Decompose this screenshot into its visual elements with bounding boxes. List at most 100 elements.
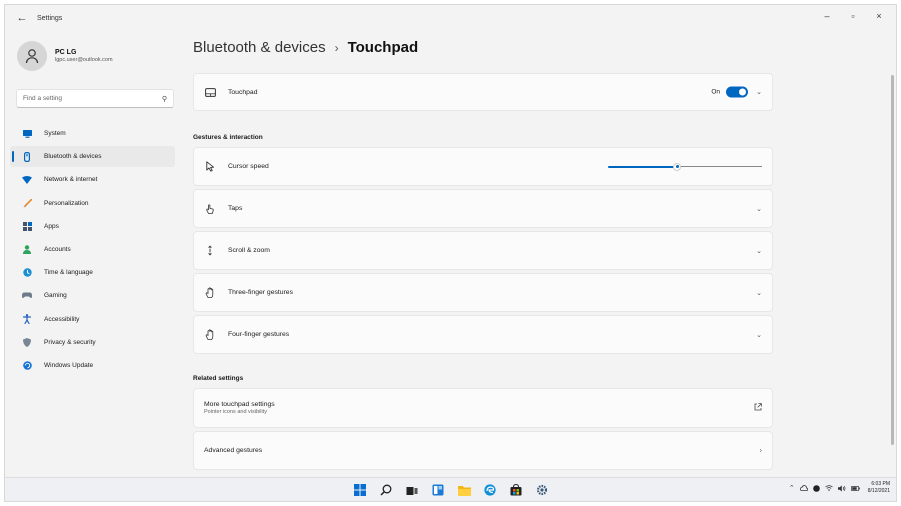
edge-icon[interactable] (482, 482, 498, 498)
advanced-gestures-card[interactable]: Advanced gestures › (193, 431, 773, 470)
speaker-icon[interactable] (837, 484, 846, 492)
bluetooth-icon (22, 151, 32, 162)
windows-update-icon (22, 360, 32, 370)
sidebar-item-label: Windows Update (44, 361, 94, 369)
four-finger-label: Four-finger gestures (228, 331, 290, 338)
avatar (17, 41, 47, 71)
scroll-zoom-label: Scroll & zoom (228, 247, 270, 254)
sidebar: PC LG lgpc.user@outlook.com ⚲ System Blu… (5, 31, 175, 479)
close-button[interactable]: × (866, 7, 892, 25)
sidebar-item-label: Privacy & security (44, 338, 96, 346)
settings-window: ← Settings – ▫ × PC LG lgpc.user@outlook… (4, 4, 897, 502)
touchpad-icon (204, 86, 216, 98)
toggle-state-text: On (711, 88, 720, 96)
profile-email: lgpc.user@outlook.com (55, 57, 113, 63)
scroll-zoom-card[interactable]: Scroll & zoom ⌄ (193, 231, 773, 270)
search-icon[interactable]: ⚲ (162, 95, 167, 103)
circle-icon[interactable] (812, 484, 820, 492)
network-icon (22, 175, 32, 185)
shield-icon (22, 337, 32, 347)
page-title: Touchpad (347, 39, 419, 56)
sidebar-item-personalization[interactable]: Personalization (10, 193, 175, 214)
sidebar-item-label: Network & internet (44, 176, 98, 184)
tap-icon (204, 203, 216, 215)
window-controls: – ▫ × (814, 7, 892, 25)
sidebar-item-label: Accessibility (44, 315, 80, 323)
touchpad-card[interactable]: Touchpad On ⌄ (193, 73, 773, 111)
sidebar-nav: System Bluetooth & devices Network & int… (10, 123, 175, 378)
sidebar-item-label: Time & language (44, 269, 93, 277)
title-bar: ← Settings – ▫ × (5, 5, 896, 31)
cursor-icon (204, 161, 216, 173)
advanced-gestures-label: Advanced gestures (204, 447, 263, 454)
taps-label: Taps (228, 205, 243, 212)
cursor-speed-label: Cursor speed (228, 163, 269, 170)
sidebar-item-network[interactable]: Network & internet (10, 169, 175, 190)
clock[interactable]: 6:03 PM 8/12/2021 (868, 481, 890, 495)
chevron-down-icon[interactable]: ⌄ (756, 88, 762, 96)
gestures-section-title: Gestures & interaction (193, 134, 263, 141)
search-box[interactable]: ⚲ (16, 89, 174, 108)
wifi-icon[interactable] (825, 485, 833, 491)
back-button[interactable]: ← (11, 8, 33, 28)
maximize-button[interactable]: ▫ (840, 7, 866, 25)
touchpad-toggle[interactable] (726, 86, 748, 98)
chevron-down-icon[interactable]: ⌄ (756, 247, 762, 255)
sidebar-item-system[interactable]: System (10, 123, 175, 144)
chevron-down-icon[interactable]: ⌄ (756, 205, 762, 213)
task-view-icon[interactable] (404, 482, 420, 498)
file-explorer-icon[interactable] (456, 482, 472, 498)
taskbar-apps (352, 482, 560, 498)
hand-icon (204, 329, 216, 341)
cloud-icon[interactable] (799, 485, 808, 491)
sidebar-item-time-language[interactable]: Time & language (10, 262, 175, 283)
store-icon[interactable] (508, 482, 524, 498)
system-tray: ⌃ 6:03 PM 8/12/2021 (784, 481, 890, 495)
chevron-up-icon[interactable]: ⌃ (789, 484, 795, 492)
chevron-down-icon[interactable]: ⌄ (756, 289, 762, 297)
personalization-icon (22, 198, 32, 208)
sidebar-item-label: Bluetooth & devices (44, 153, 102, 161)
breadcrumb-parent[interactable]: Bluetooth & devices (193, 39, 326, 56)
person-icon (25, 49, 39, 64)
touchpad-toggle-group: On (711, 86, 748, 98)
breadcrumb: Bluetooth & devices › Touchpad (193, 39, 418, 56)
slider-thumb[interactable] (673, 162, 682, 171)
four-finger-card[interactable]: Four-finger gestures ⌄ (193, 315, 773, 354)
taps-card[interactable]: Taps ⌄ (193, 189, 773, 228)
three-finger-label: Three-finger gestures (228, 289, 293, 296)
time-language-icon (22, 268, 32, 278)
widgets-icon[interactable] (430, 482, 446, 498)
search-input[interactable] (23, 95, 162, 102)
sidebar-item-apps[interactable]: Apps (10, 216, 175, 237)
chevron-down-icon[interactable]: ⌄ (756, 331, 762, 339)
start-icon[interactable] (352, 482, 368, 498)
sidebar-item-gaming[interactable]: Gaming (10, 285, 175, 306)
sidebar-item-privacy[interactable]: Privacy & security (10, 332, 175, 353)
cursor-speed-slider[interactable] (608, 162, 762, 171)
clock-time: 6:03 PM (871, 481, 890, 487)
profile-name: PC LG (55, 49, 77, 56)
sidebar-item-label: Apps (44, 222, 59, 230)
sidebar-item-label: Accounts (44, 245, 71, 253)
more-touchpad-label: More touchpad settings (204, 401, 275, 408)
sidebar-item-bluetooth[interactable]: Bluetooth & devices (10, 146, 175, 168)
minimize-button[interactable]: – (814, 7, 840, 25)
settings-gear-icon[interactable] (534, 482, 550, 498)
sidebar-item-accessibility[interactable]: Accessibility (10, 309, 175, 330)
breadcrumb-separator: › (334, 40, 339, 55)
scrollbar[interactable] (891, 75, 894, 445)
sidebar-item-windows-update[interactable]: Windows Update (10, 355, 175, 376)
toggle-knob (739, 88, 746, 96)
cursor-speed-card: Cursor speed (193, 147, 773, 186)
user-profile[interactable]: PC LG lgpc.user@outlook.com (17, 41, 113, 71)
scroll-icon (204, 245, 216, 257)
related-section-title: Related settings (193, 375, 244, 382)
battery-icon[interactable] (850, 485, 860, 491)
search-icon[interactable] (378, 482, 394, 498)
sidebar-item-accounts[interactable]: Accounts (10, 239, 175, 260)
more-touchpad-settings-card[interactable]: More touchpad settings Pointer icons and… (193, 388, 773, 428)
open-external-icon[interactable] (754, 403, 762, 413)
chevron-right-icon[interactable]: › (760, 447, 762, 454)
three-finger-card[interactable]: Three-finger gestures ⌄ (193, 273, 773, 312)
